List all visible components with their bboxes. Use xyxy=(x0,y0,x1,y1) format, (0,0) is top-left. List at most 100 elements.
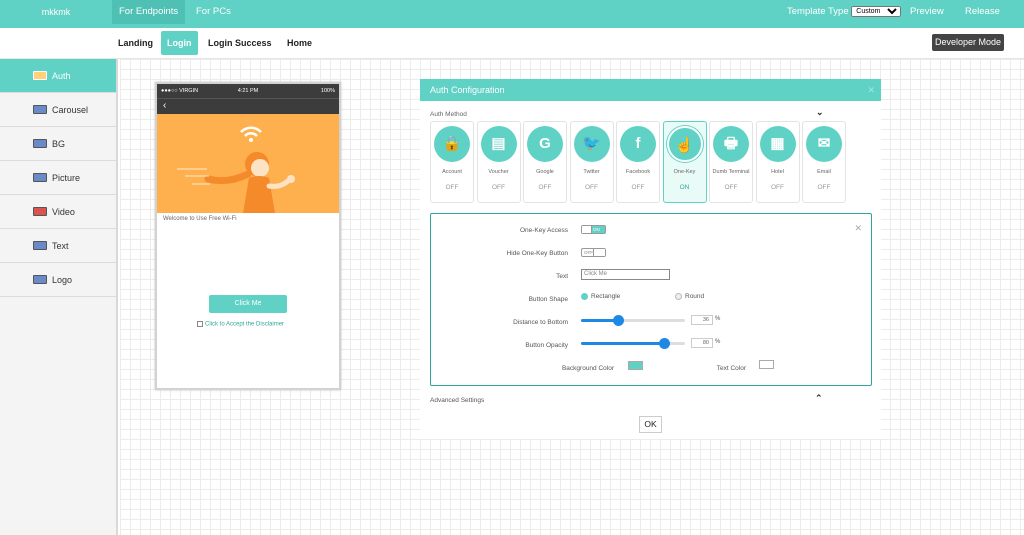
bg-icon xyxy=(33,139,47,148)
lock-icon: 🔒 xyxy=(434,126,470,162)
back-icon[interactable]: ‹ xyxy=(157,98,339,114)
sidebar-item-label: Video xyxy=(52,207,75,217)
tab-for-pcs[interactable]: For PCs xyxy=(189,0,238,24)
slider-handle[interactable] xyxy=(659,338,671,349)
time-text: 4:21 PM xyxy=(237,88,259,94)
auth-method-state: OFF xyxy=(585,184,598,191)
text-label: Text xyxy=(556,273,568,280)
tab-login-success[interactable]: Login Success xyxy=(202,31,278,55)
facebook-icon: f xyxy=(620,126,656,162)
distance-slider[interactable] xyxy=(581,315,685,326)
distance-input[interactable]: 36 xyxy=(691,315,713,325)
panel-header: Auth Configuration ✕ xyxy=(420,79,881,101)
background-color-label: Background Color xyxy=(561,365,614,372)
one-key-access-toggle[interactable]: ON xyxy=(581,225,606,234)
auth-method-state: OFF xyxy=(631,184,645,191)
auth-method-state: ON xyxy=(679,184,690,191)
button-text-input[interactable]: Click Me xyxy=(581,269,670,280)
radio-icon[interactable] xyxy=(675,293,682,300)
tab-login[interactable]: Login xyxy=(161,31,198,55)
logo-icon xyxy=(33,275,47,284)
template-type-label: Template Type xyxy=(787,6,849,17)
auth-method-google[interactable]: G Google OFF xyxy=(523,121,567,203)
battery-text: 100% xyxy=(320,88,335,94)
hide-button-toggle[interactable]: OFF xyxy=(581,248,606,257)
auth-method-dumb-terminal[interactable]: 🖶 Dumb Terminal OFF xyxy=(709,121,753,203)
sidebar-item-picture[interactable]: Picture xyxy=(0,161,116,195)
phone-status-bar: ●●●○○ VIRGIN 4:21 PM 100% xyxy=(157,84,339,98)
slider-handle[interactable] xyxy=(613,315,625,326)
disclaimer-text: Click to Accept the Disclaimer xyxy=(205,321,285,328)
printer-icon: 🖶 xyxy=(713,126,749,162)
button-shape-label: Button Shape xyxy=(528,296,568,303)
auth-method-name: Hotel xyxy=(771,169,784,175)
percent-sign: % xyxy=(715,339,721,345)
preview-button[interactable]: Preview xyxy=(910,0,944,24)
sidebar-item-auth[interactable]: Auth xyxy=(0,59,116,93)
sidebar-item-label: Auth xyxy=(52,71,71,81)
close-icon[interactable]: ✕ xyxy=(854,223,862,234)
ok-button[interactable]: OK xyxy=(639,416,662,433)
advanced-settings[interactable]: Advanced Settings xyxy=(430,397,484,404)
auth-method-name: Dumb Terminal xyxy=(712,169,750,175)
tab-for-endpoints[interactable]: For Endpoints xyxy=(112,0,186,24)
sidebar-item-logo[interactable]: Logo xyxy=(0,263,116,297)
email-icon: ✉ xyxy=(806,126,842,162)
auth-method-name: Email xyxy=(817,169,831,175)
one-key-access-label: One-Key Access xyxy=(519,227,568,234)
disclaimer-checkbox[interactable]: Click to Accept the Disclaimer xyxy=(197,321,284,328)
sidebar: Auth Carousel BG Picture Video Text Logo xyxy=(0,59,118,535)
auth-method-name: One-Key xyxy=(673,169,696,175)
auth-method-hotel[interactable]: ▦ Hotel OFF xyxy=(755,121,800,203)
auth-method-state: OFF xyxy=(445,184,459,191)
auth-method-name: Google xyxy=(536,169,554,175)
auth-icon xyxy=(33,71,47,80)
sidebar-item-bg[interactable]: BG xyxy=(0,127,116,161)
picture-icon xyxy=(33,173,47,182)
auth-method-state: OFF xyxy=(771,184,784,191)
auth-methods: 🔒 Account OFF ▤ Voucher OFF G Google OFF 🐦 Twitter… xyxy=(430,121,860,203)
opacity-input[interactable]: 80 xyxy=(691,338,713,348)
auth-method-state: OFF xyxy=(538,184,552,191)
chevron-down-icon[interactable]: ⌄ xyxy=(816,107,824,118)
radio-selected-icon[interactable] xyxy=(581,293,588,300)
auth-method-account[interactable]: 🔒 Account OFF xyxy=(430,121,474,203)
auth-method-name: Facebook xyxy=(625,169,651,175)
opacity-slider[interactable] xyxy=(581,338,685,349)
shape-round-radio[interactable]: Round xyxy=(675,293,704,300)
tab-landing[interactable]: Landing xyxy=(112,31,159,55)
auth-method-voucher[interactable]: ▤ Voucher OFF xyxy=(476,121,521,203)
template-type-select[interactable]: Custom xyxy=(851,5,902,17)
sidebar-item-video[interactable]: Video xyxy=(0,195,116,229)
release-button[interactable]: Release xyxy=(965,0,1000,24)
auth-method-email[interactable]: ✉ Email OFF xyxy=(802,121,846,203)
checkbox-icon[interactable] xyxy=(197,321,203,327)
top-bar: mkkmk For Endpoints For PCs Template Typ… xyxy=(0,0,1024,28)
close-icon[interactable]: ✕ xyxy=(867,79,875,101)
hotel-icon: ▦ xyxy=(759,126,796,162)
sidebar-item-label: Text xyxy=(52,241,69,251)
auth-method-facebook[interactable]: f Facebook OFF xyxy=(616,121,660,203)
auth-method-state: OFF xyxy=(724,184,738,191)
auth-method-twitter[interactable]: 🐦 Twitter OFF xyxy=(569,121,614,203)
voucher-icon: ▤ xyxy=(480,126,517,162)
sidebar-item-label: Carousel xyxy=(52,105,89,115)
developer-mode-button[interactable]: Developer Mode xyxy=(931,34,1004,51)
auth-method-one-key[interactable]: ☝ One-Key ON xyxy=(662,121,707,203)
click-me-button[interactable]: Click Me xyxy=(209,295,287,313)
shape-rectangle-radio[interactable]: Rectangle xyxy=(581,293,620,300)
radio-label: Round xyxy=(685,293,705,301)
opacity-label: Button Opacity xyxy=(525,342,568,349)
chevron-up-icon[interactable]: ⌃ xyxy=(815,393,823,404)
tab-home[interactable]: Home xyxy=(281,31,318,55)
auth-method-name: Account xyxy=(442,169,462,175)
template-type: Template Type Custom xyxy=(787,0,902,24)
video-icon xyxy=(33,207,47,216)
sidebar-item-text[interactable]: Text xyxy=(0,229,116,263)
sidebar-item-carousel[interactable]: Carousel xyxy=(0,93,116,127)
auth-method-name: Voucher xyxy=(488,169,509,175)
brand-name: mkkmk xyxy=(41,7,71,17)
welcome-text: Welcome to Use Free Wi-Fi xyxy=(163,216,237,222)
text-color-swatch[interactable] xyxy=(759,360,774,369)
one-key-icon: ☝ xyxy=(666,126,703,162)
